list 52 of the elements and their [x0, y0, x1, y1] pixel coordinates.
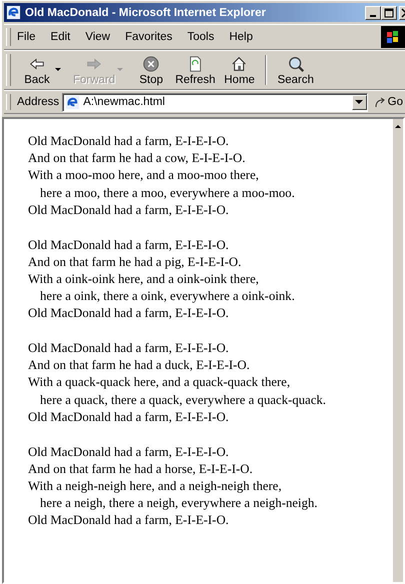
- verse-line: And on that farm he had a horse, E-I-E-I-O.: [28, 460, 254, 478]
- verse-line: With a oink-oink here, and a oink-oink there,: [28, 270, 260, 288]
- menu-item[interactable]: Help: [229, 31, 253, 43]
- go-button[interactable]: Go: [368, 96, 405, 108]
- verse-line: And on that farm he had a cow, E-I-E-I-O.: [28, 150, 246, 168]
- refresh-button[interactable]: Refresh: [171, 54, 220, 86]
- dropdown-button[interactable]: [352, 94, 367, 110]
- verse-line: Old MacDonald had a farm, E-I-E-I-O.: [28, 305, 230, 322]
- window-title: Old MacDonald - Microsoft Internet Explorer: [25, 6, 267, 18]
- search-icon: [286, 54, 305, 72]
- page-icon: [65, 94, 80, 110]
- windows-flag-icon: [386, 30, 400, 44]
- verse-line: here a oink, there a oink, everywhere a oink-oink.: [39, 288, 296, 306]
- maximize-icon: [384, 8, 394, 18]
- verse-line: Old MacDonald had a farm, E-I-E-I-O.: [28, 202, 230, 219]
- verse-line: Old MacDonald had a farm, E-I-E-I-O.: [28, 133, 230, 150]
- address-label: Address: [17, 96, 60, 108]
- maximize-button[interactable]: [381, 6, 397, 20]
- verse-line: With a moo-moo here, and a moo-moo there,: [28, 167, 260, 184]
- verse-line: And on that farm he had a pig, E-I-E-I-O.: [28, 254, 242, 271]
- home-icon: [230, 54, 248, 72]
- caret-icon: [355, 100, 364, 104]
- close-icon: [400, 8, 405, 18]
- stop-button[interactable]: Stop: [131, 54, 172, 86]
- verse-line: Old MacDonald had a farm, E-I-E-I-O.: [28, 340, 230, 358]
- minimize-button[interactable]: [365, 6, 381, 20]
- close-button[interactable]: [399, 6, 405, 20]
- verse-line: here a quack, there a quack, everywhere a quack-quack.: [39, 392, 327, 409]
- stop-icon: [142, 54, 160, 72]
- menu-item[interactable]: Tools: [187, 31, 214, 43]
- verse-line: here a moo, there a moo, everywhere a moo-moo.: [39, 184, 296, 202]
- menu-item[interactable]: File: [17, 31, 36, 43]
- dropdown-caret-icon[interactable]: [55, 68, 61, 72]
- scrollbar[interactable]: [392, 119, 403, 582]
- menu-item[interactable]: Edit: [50, 31, 70, 43]
- search-button[interactable]: Search: [273, 54, 318, 86]
- menu-item[interactable]: Favorites: [125, 31, 172, 43]
- back-button[interactable]: Back: [17, 54, 57, 86]
- home-button[interactable]: Home: [219, 54, 260, 86]
- verse-line: With a quack-quack here, and a quack-quack there,: [28, 374, 292, 392]
- menu-item[interactable]: View: [85, 31, 110, 43]
- verse-line: Old MacDonald had a farm, E-I-E-I-O.: [28, 408, 230, 426]
- verse-line: here a neigh, there a neigh, everywhere a neigh-neigh.: [39, 495, 318, 512]
- verse-line: Old MacDonald had a farm, E-I-E-I-O.: [28, 444, 230, 461]
- browser-logo-icon: [6, 5, 21, 20]
- minimize-icon: [370, 14, 376, 16]
- verse-line: With a neigh-neigh here, and a neigh-neigh there,: [28, 478, 283, 495]
- curved-arrow-icon: [374, 96, 386, 108]
- verse-line: Old MacDonald had a farm, E-I-E-I-O.: [28, 512, 230, 530]
- verse-line: Old MacDonald had a farm, E-I-E-I-O.: [28, 236, 230, 254]
- address-field[interactable]: A:\newmac.html: [62, 92, 368, 112]
- verse-line: And on that farm he had a duck, E-I-E-I-O.: [28, 357, 251, 374]
